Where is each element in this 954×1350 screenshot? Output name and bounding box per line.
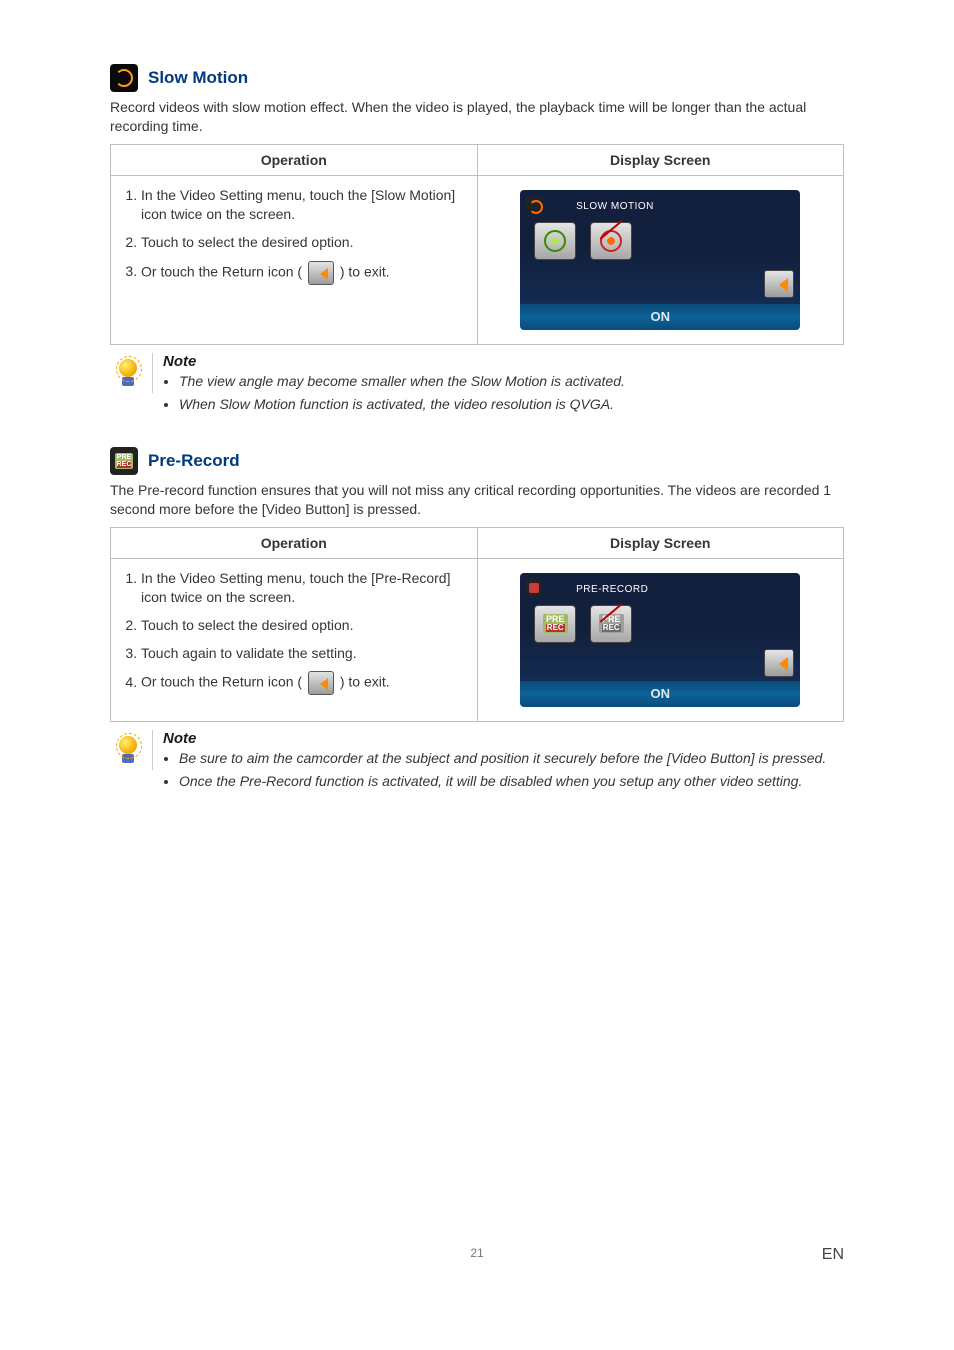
display-status: ON	[651, 686, 671, 701]
slow-note-1: The view angle may become smaller when t…	[179, 372, 625, 392]
slow-note-2: When Slow Motion function is activated, …	[179, 395, 625, 415]
pre-step-3: Touch again to validate the setting.	[141, 644, 467, 664]
col-operation: Operation	[111, 527, 478, 558]
display-title: PRE-RECORD	[576, 581, 648, 599]
return-icon	[308, 261, 334, 285]
pre-record-icon: PREREC	[110, 447, 138, 475]
slow-step-3b: ) to exit.	[340, 263, 390, 279]
page-number: 21	[110, 1246, 844, 1260]
pre-record-operations: In the Video Setting menu, touch the [Pr…	[111, 558, 478, 721]
slow-motion-operations: In the Video Setting menu, touch the [Sl…	[111, 175, 478, 344]
pre-record-heading: Pre-Record	[148, 451, 240, 471]
slow-step-3a: Or touch the Return icon (	[141, 263, 302, 279]
pre-record-display: PRE-RECORD PREREC PREREC	[520, 573, 800, 707]
slow-option-on	[534, 222, 576, 260]
pre-step-2: Touch to select the desired option.	[141, 616, 467, 636]
pre-record-title-icon	[526, 580, 542, 596]
display-return-button	[764, 270, 794, 298]
display-status: ON	[651, 309, 671, 324]
col-display-screen: Display Screen	[477, 144, 844, 175]
pre-record-display-cell: PRE-RECORD PREREC PREREC	[477, 558, 844, 721]
return-icon	[308, 671, 334, 695]
slow-motion-intro: Record videos with slow motion effect. W…	[110, 98, 844, 136]
slow-step-2: Touch to select the desired option.	[141, 233, 467, 253]
col-operation: Operation	[111, 144, 478, 175]
slow-step-3: Or touch the Return icon ( ) to exit.	[141, 261, 467, 285]
pre-record-intro: The Pre-record function ensures that you…	[110, 481, 844, 519]
pre-note-1: Be sure to aim the camcorder at the subj…	[179, 749, 826, 769]
slow-motion-icon	[110, 64, 138, 92]
slow-option-off	[590, 222, 632, 260]
page-language: EN	[822, 1246, 844, 1264]
col-display-screen: Display Screen	[477, 527, 844, 558]
slow-motion-heading: Slow Motion	[148, 68, 248, 88]
lightbulb-icon	[110, 353, 153, 393]
note-heading: Note	[163, 730, 826, 747]
display-title: SLOW MOTION	[576, 198, 654, 216]
section-header-pre-record: PREREC Pre-Record	[110, 447, 844, 475]
pre-step-4a: Or touch the Return icon (	[141, 674, 302, 690]
section-header-slow-motion: Slow Motion	[110, 64, 844, 92]
pre-record-note: Note Be sure to aim the camcorder at the…	[110, 730, 844, 796]
pre-record-table: Operation Display Screen In the Video Se…	[110, 527, 844, 722]
slow-motion-options	[534, 222, 794, 260]
slow-motion-display-cell: SLOW MOTION ON	[477, 175, 844, 344]
slow-motion-table: Operation Display Screen In the Video Se…	[110, 144, 844, 345]
slow-motion-note: Note The view angle may become smaller w…	[110, 353, 844, 419]
note-heading: Note	[163, 353, 625, 370]
pre-option-on: PREREC	[534, 605, 576, 643]
display-return-button	[764, 649, 794, 677]
slow-step-1: In the Video Setting menu, touch the [Sl…	[141, 186, 467, 225]
slow-motion-display: SLOW MOTION ON	[520, 190, 800, 330]
pre-step-4: Or touch the Return icon ( ) to exit.	[141, 671, 467, 695]
pre-step-1: In the Video Setting menu, touch the [Pr…	[141, 569, 467, 608]
pre-option-off: PREREC	[590, 605, 632, 643]
pre-note-2: Once the Pre-Record function is activate…	[179, 772, 826, 792]
pre-record-options: PREREC PREREC	[534, 605, 794, 643]
pre-step-4b: ) to exit.	[340, 674, 390, 690]
lightbulb-icon	[110, 730, 153, 770]
page-footer: 21 EN	[110, 1246, 844, 1260]
slow-motion-title-icon	[526, 197, 542, 213]
